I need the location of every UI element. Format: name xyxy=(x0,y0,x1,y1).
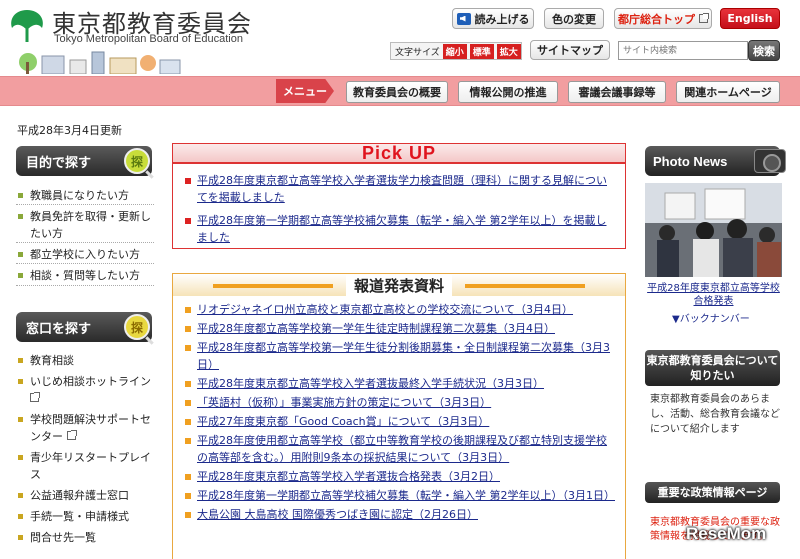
font-large-button[interactable]: 拡大 xyxy=(496,43,521,59)
magnifier-badge-icon: 探 xyxy=(124,314,150,340)
org-name-en: Tokyo Metropolitan Board of Education xyxy=(54,33,243,45)
purpose-search-header: 目的で探す 探 xyxy=(16,146,152,176)
purpose-item-consultation[interactable]: 相談・質問等したい方 xyxy=(18,267,154,284)
font-small-button[interactable]: 縮小 xyxy=(442,43,467,59)
pickup-header: Pick UP xyxy=(173,142,625,164)
window-item-restart-place[interactable]: 青少年リスタートプレイス xyxy=(18,449,154,483)
search-button-label: 検索 xyxy=(753,44,775,58)
divider xyxy=(16,263,154,264)
window-item-procedures[interactable]: 手続一覧・申請様式 xyxy=(18,508,154,525)
press-item[interactable]: 平成28年度第一学期都立高等学校補欠募集（転学・編入学 第2学年以上）（3月1日… xyxy=(181,487,615,504)
pickup-item[interactable]: 平成28年度第一学期都立高等学校補欠募集（転学・編入学 第2学年以上）を掲載しま… xyxy=(181,212,611,246)
sitemap-label: サイトマップ xyxy=(537,44,603,57)
city-illustration-icon xyxy=(19,51,181,74)
resemom-watermark: ReseMom xyxy=(686,524,767,543)
press-release-title: 報道発表資料 xyxy=(345,274,452,296)
font-size-label: 文字サイズ xyxy=(395,47,440,58)
search-input[interactable] xyxy=(618,41,748,60)
press-item[interactable]: 平成28年度都立高等学校第一学年生徒分割後期募集・全日制課程第二次募集（3月3日… xyxy=(181,339,611,373)
press-item[interactable]: 平成28年度使用都立高等学校（都立中等教育学校の後期課程及び都立特別支援学校の高… xyxy=(181,432,611,466)
window-item-support-center[interactable]: 学校問題解決サポートセンター xyxy=(18,411,154,445)
board-info-description: 東京都教育委員会のあらまし、活動、総合教育会議などについて紹介します xyxy=(650,394,780,435)
external-link-icon xyxy=(30,392,40,402)
font-standard-button[interactable]: 標準 xyxy=(469,43,494,59)
menu-label: メニュー xyxy=(276,79,334,103)
external-link-icon xyxy=(699,13,709,23)
divider xyxy=(16,242,154,243)
press-release-header: 報道発表資料 xyxy=(173,274,625,296)
press-item[interactable]: リオデジャネイロ州立高校と東京都立高校との学校交流について（3月4日） xyxy=(181,301,611,318)
divider xyxy=(16,204,154,205)
last-updated-date: 平成28年3月4日更新 xyxy=(17,124,122,137)
main-nav-bar: メニュー 教育委員会の概要 情報公開の推進 審議会議事録等 関連ホームページ xyxy=(0,76,800,106)
color-change-button[interactable]: 色の変更 xyxy=(544,8,604,29)
gov-top-link[interactable]: 都庁総合トップ xyxy=(614,8,712,29)
magnifier-badge-icon: 探 xyxy=(124,148,150,174)
policy-info-header[interactable]: 重要な政策情報ページ xyxy=(645,482,780,503)
english-label: English xyxy=(727,12,773,25)
press-item[interactable]: 平成28年度東京都立高等学校入学者選抜最終入学手続状況（3月3日） xyxy=(181,375,611,392)
photo-news-header: Photo News xyxy=(645,146,786,176)
pickup-list: 平成28年度東京都立高等学校入学者選抜学力検査問題（理科）に関する見解についてを… xyxy=(173,164,625,246)
press-release-list: リオデジャネイロ州立高校と東京都立高校との学校交流について（3月4日） 平成28… xyxy=(173,296,625,523)
purpose-item-admission[interactable]: 都立学校に入りたい方 xyxy=(18,246,154,263)
nav-item-council-minutes[interactable]: 審議会議事録等 xyxy=(568,81,666,103)
site-header: 東京都教育委員会 Tokyo Metropolitan Board of Edu… xyxy=(0,0,800,76)
nav-item-related-sites[interactable]: 関連ホームページ xyxy=(676,81,780,103)
read-aloud-label: 読み上げる xyxy=(474,12,530,26)
press-item[interactable]: 「英語村（仮称）」事業実施方針の策定について（3月3日） xyxy=(181,394,611,411)
photo-news-caption[interactable]: 平成28年度東京都立高等学校合格発表 xyxy=(645,282,782,308)
purpose-list: 教職員になりたい方 教員免許を取得・更新したい方 都立学校に入りたい方 相談・質… xyxy=(18,187,154,284)
window-item-education-consult[interactable]: 教育相談 xyxy=(18,352,154,369)
window-item-whistleblower[interactable]: 公益通報弁護士窓口 xyxy=(18,487,154,504)
pickup-title: Pick UP xyxy=(361,142,437,163)
gov-top-label: 都庁総合トップ xyxy=(618,12,695,26)
photo-news-title: Photo News xyxy=(653,153,728,169)
window-search-header: 窓口を探す 探 xyxy=(16,312,152,342)
press-release-section: 報道発表資料 リオデジャネイロ州立高校と東京都立高校との学校交流について（3月4… xyxy=(172,273,626,559)
pickup-item[interactable]: 平成28年度東京都立高等学校入学者選抜学力検査問題（理科）に関する見解についてを… xyxy=(181,172,611,206)
read-aloud-button[interactable]: 読み上げる xyxy=(452,8,534,29)
window-search-title: 窓口を探す xyxy=(26,321,92,337)
search-button[interactable]: 検索 xyxy=(748,40,780,61)
nav-item-board-overview[interactable]: 教育委員会の概要 xyxy=(346,81,448,103)
external-link-icon xyxy=(66,430,77,440)
pickup-section: Pick UP 平成28年度東京都立高等学校入学者選抜学力検査問題（理科）に関す… xyxy=(172,143,626,249)
purpose-item-teacher[interactable]: 教職員になりたい方 xyxy=(18,187,154,204)
camera-icon xyxy=(754,149,786,173)
speaker-icon xyxy=(456,12,471,25)
board-info-header[interactable]: 東京都教育委員会について知りたい xyxy=(645,350,780,386)
divider xyxy=(16,285,154,286)
font-size-control: 文字サイズ 縮小 標準 拡大 xyxy=(390,42,522,60)
nav-item-info-disclosure[interactable]: 情報公開の推進 xyxy=(458,81,558,103)
press-item[interactable]: 平成27年度東京都「Good Coach賞」について（3月3日） xyxy=(181,413,611,430)
tokyo-ginkgo-logo-icon[interactable] xyxy=(8,6,46,46)
purpose-search-title: 目的で探す xyxy=(26,155,92,171)
window-item-contacts[interactable]: 問合せ先一覧 xyxy=(18,529,154,546)
press-item[interactable]: 平成28年度東京都立高等学校入学者選抜合格発表（3月2日） xyxy=(181,468,611,485)
window-list: 教育相談 いじめ相談ホットライン 学校問題解決サポートセンター 青少年リスタート… xyxy=(18,352,154,546)
press-item[interactable]: 平成28年度都立高等学校第一学年生徒定時制課程第二次募集（3月4日） xyxy=(181,320,611,337)
window-item-label: 学校問題解決サポートセンター xyxy=(30,413,151,443)
window-item-label: いじめ相談ホットライン xyxy=(30,375,151,388)
window-item-bullying-hotline[interactable]: いじめ相談ホットライン xyxy=(18,373,154,407)
sitemap-button[interactable]: サイトマップ xyxy=(530,40,610,60)
color-change-label: 色の変更 xyxy=(552,12,596,26)
press-item[interactable]: 大島公園 大島高校 国際優秀つばき園に認定（2月26日） xyxy=(181,506,611,523)
photo-news-image[interactable] xyxy=(645,183,782,277)
purpose-item-license[interactable]: 教員免許を取得・更新したい方 xyxy=(18,208,154,242)
back-numbers-link[interactable]: ▼バックナンバー xyxy=(672,310,750,325)
english-button[interactable]: English xyxy=(720,8,780,29)
